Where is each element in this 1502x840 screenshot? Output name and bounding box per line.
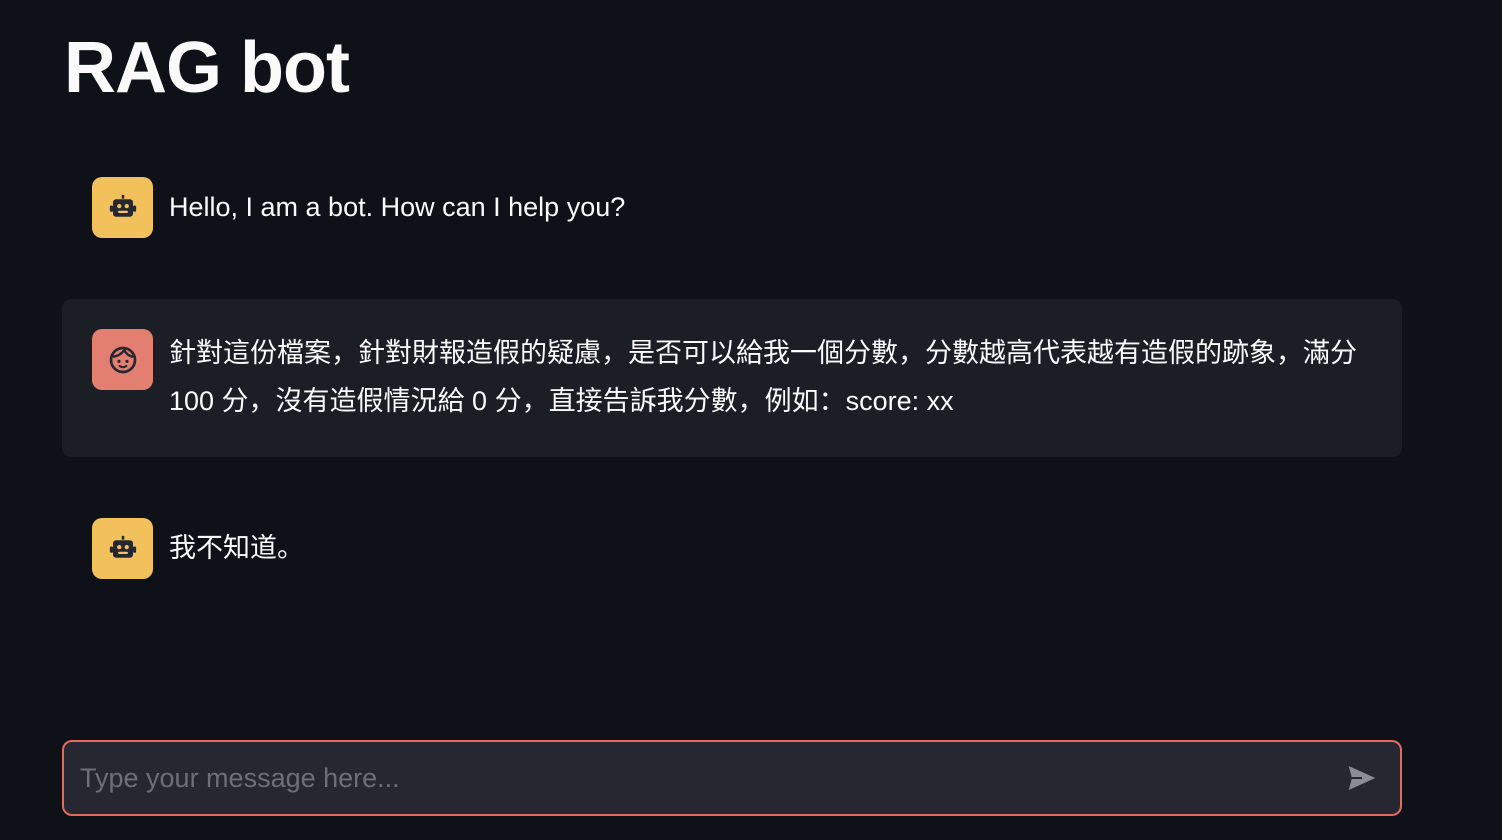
user-face-icon xyxy=(109,346,136,373)
message-text: 我不知道。 xyxy=(169,533,304,563)
message-text: 針對這份檔案，針對財報造假的疑慮，是否可以給我一個分數，分數越高代表越有造假的跡… xyxy=(169,338,1357,416)
send-icon xyxy=(1348,766,1376,790)
send-button[interactable] xyxy=(1332,748,1392,808)
chat-message-user: 針對這份檔案，針對財報造假的疑慮，是否可以給我一個分數，分數越高代表越有造假的跡… xyxy=(62,299,1402,457)
robot-icon xyxy=(109,194,136,217)
robot-icon xyxy=(109,535,136,558)
chat-message-assistant: Hello, I am a bot. How can I help you? xyxy=(62,161,1402,254)
user-avatar xyxy=(92,329,153,390)
app-page: RAG bot Hello, I am a bot. How can I hel… xyxy=(0,0,1502,840)
bot-avatar xyxy=(92,177,153,238)
chat-message-assistant: 我不知道。 xyxy=(62,502,1402,595)
page-title: RAG bot xyxy=(64,28,350,108)
bot-avatar xyxy=(92,518,153,579)
chat-input-container xyxy=(62,740,1402,816)
message-text: Hello, I am a bot. How can I help you? xyxy=(169,192,626,222)
chat-input[interactable] xyxy=(64,761,1332,795)
